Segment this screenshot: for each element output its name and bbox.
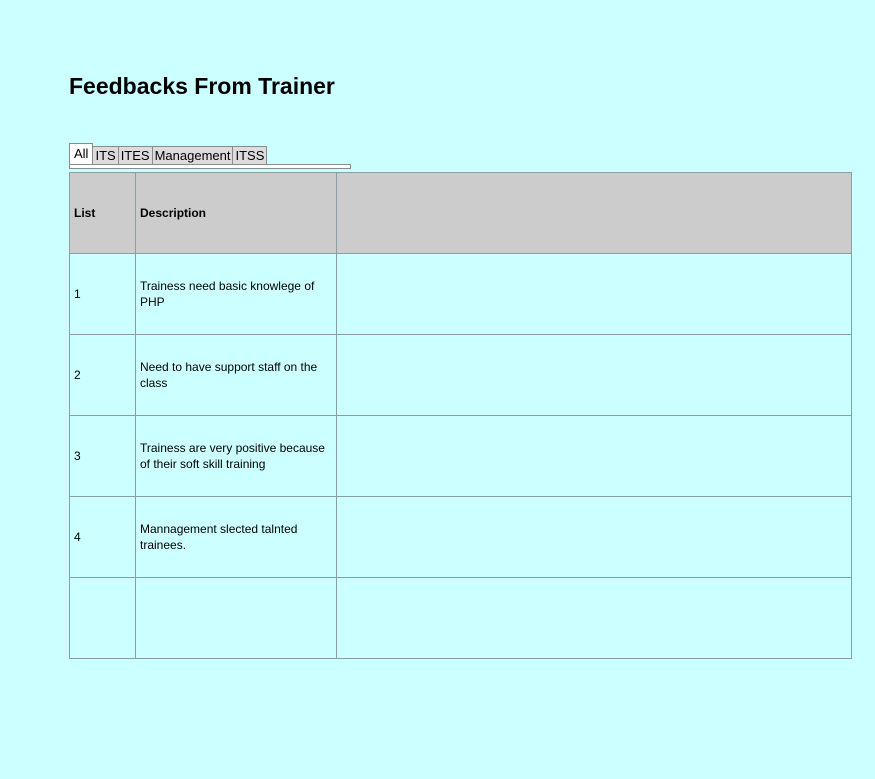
column-header-description: Description — [135, 172, 337, 254]
table-row: 3 Trainess are very positive because of … — [69, 415, 852, 497]
cell-list-number: 2 — [69, 334, 136, 416]
cell-list-number: 1 — [69, 253, 136, 335]
table-row: 2 Need to have support staff on the clas… — [69, 334, 852, 416]
cell-description: Need to have support staff on the class — [135, 334, 337, 416]
cell-extra — [336, 415, 852, 497]
cell-list-number: 4 — [69, 496, 136, 578]
cell-extra — [336, 253, 852, 335]
tab-all[interactable]: All — [69, 143, 94, 164]
cell-description: Trainess are very positive because of th… — [135, 415, 337, 497]
page-title: Feedbacks From Trainer — [69, 73, 335, 99]
cell-description — [135, 577, 337, 659]
cell-description: Mannagement slected talnted trainees. — [135, 496, 337, 578]
cell-list-number — [69, 577, 136, 659]
table-header-row: List Description — [69, 172, 852, 254]
tab-management[interactable]: Management — [152, 146, 234, 164]
cell-extra — [336, 496, 852, 578]
tab-panel — [69, 164, 351, 169]
table-row: 4 Mannagement slected talnted trainees. — [69, 496, 852, 578]
table-row — [69, 577, 852, 659]
cell-extra — [336, 334, 852, 416]
category-tabs: All ITS ITES Management ITSS — [69, 143, 268, 164]
column-header-list: List — [69, 172, 136, 254]
tab-its[interactable]: ITS — [93, 146, 119, 164]
tab-itss[interactable]: ITSS — [233, 146, 268, 164]
feedback-table: List Description 1 Trainess need basic k… — [69, 172, 852, 659]
tab-ites[interactable]: ITES — [118, 146, 153, 164]
page: Feedbacks From Trainer All ITS ITES Mana… — [0, 0, 875, 779]
table-row: 1 Trainess need basic knowlege of PHP — [69, 253, 852, 335]
cell-list-number: 3 — [69, 415, 136, 497]
cell-extra — [336, 577, 852, 659]
cell-description: Trainess need basic knowlege of PHP — [135, 253, 337, 335]
column-header-extra — [336, 172, 852, 254]
